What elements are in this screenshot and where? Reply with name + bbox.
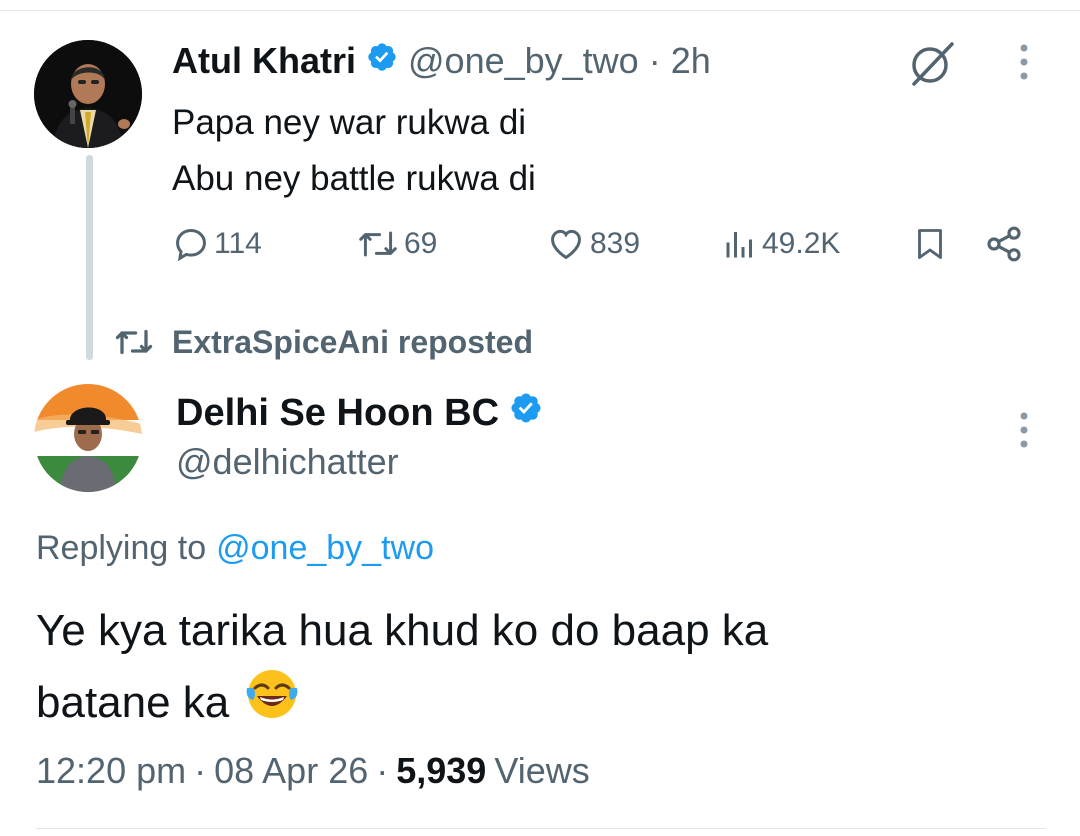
views-count: 5,939 [396,750,487,791]
views-button[interactable]: 49.2K [722,222,840,266]
author-name[interactable]: Delhi Se Hoon BC [176,392,499,435]
tweet-text-line: Ye kya tarika hua khud ko do baap ka [36,606,769,655]
repost-icon [359,231,397,257]
tweet-text-line: Abu ney battle rukwa di [172,159,536,198]
reply-button[interactable]: 114 [172,222,262,266]
heart-icon [551,229,581,260]
tweet-date[interactable]: 08 Apr 26 [214,750,368,792]
tweet-text: Ye kya tarika hua khud ko do baap ka bat… [36,598,1036,741]
separator: · [376,750,389,791]
reply-icon [176,229,206,262]
author-name[interactable]: Atul Khatri [172,40,356,82]
separator: · [194,750,207,791]
repost-count: 69 [404,227,438,260]
bookmark-icon [918,229,942,259]
views-label: Views [494,750,590,791]
tweet-author-row: Delhi Se Hoon BC [176,388,543,438]
author-handle[interactable]: @one_by_two [408,40,639,82]
like-count: 839 [590,227,641,260]
share-icon [987,226,1021,262]
author-handle[interactable]: @delhichatter [176,440,399,484]
avatar-atul-khatri[interactable] [34,40,142,148]
tweet-time[interactable]: 2h [671,40,711,82]
tweet-actions-bar: 114 69 839 49.2K [172,222,1032,266]
thread-connector-line [86,155,93,360]
quoted-tweet-header: Atul Khatri @one_by_two · 2h [172,36,711,86]
more-options-icon[interactable] [1014,410,1034,455]
quoted-tweet-text: Papa ney war rukwa di Abu ney battle ruk… [172,95,536,207]
tweet-meta: 12:20 pm · 08 Apr 26 · 5,939 Views [36,748,590,794]
avatar-delhi-se-hoon-bc[interactable] [34,384,142,492]
tweet-text-line-with-emoji: batane ka [36,664,1036,741]
analytics-icon [726,232,752,258]
separator: · [648,40,661,81]
tweet-text-line: batane ka [36,677,230,727]
repost-icon [115,329,153,355]
repost-banner[interactable]: ExtraSpiceAni reposted [112,320,533,364]
tweet-text-line: Papa ney war rukwa di [172,103,527,142]
bottom-divider [36,828,1046,829]
top-divider [0,10,1080,11]
verified-badge-icon [366,40,398,82]
replying-to-handle-link[interactable]: @one_by_two [216,529,434,568]
face-with-tears-of-joy-icon [243,664,301,741]
verified-badge-icon [509,391,543,435]
tweet-time[interactable]: 12:20 pm [36,750,186,792]
repost-button[interactable]: 69 [356,222,437,266]
grok-icon[interactable] [906,38,958,95]
bookmark-button[interactable] [912,222,952,266]
share-button[interactable] [984,222,1028,266]
replying-to-label: Replying to [36,528,207,567]
replying-to: Replying to @one_by_two [36,526,434,570]
more-options-icon[interactable] [1014,42,1034,87]
views-count: 49.2K [762,227,841,260]
like-button[interactable]: 839 [546,222,640,266]
repost-banner-text: ExtraSpiceAni reposted [172,323,533,360]
reply-count: 114 [214,227,262,260]
